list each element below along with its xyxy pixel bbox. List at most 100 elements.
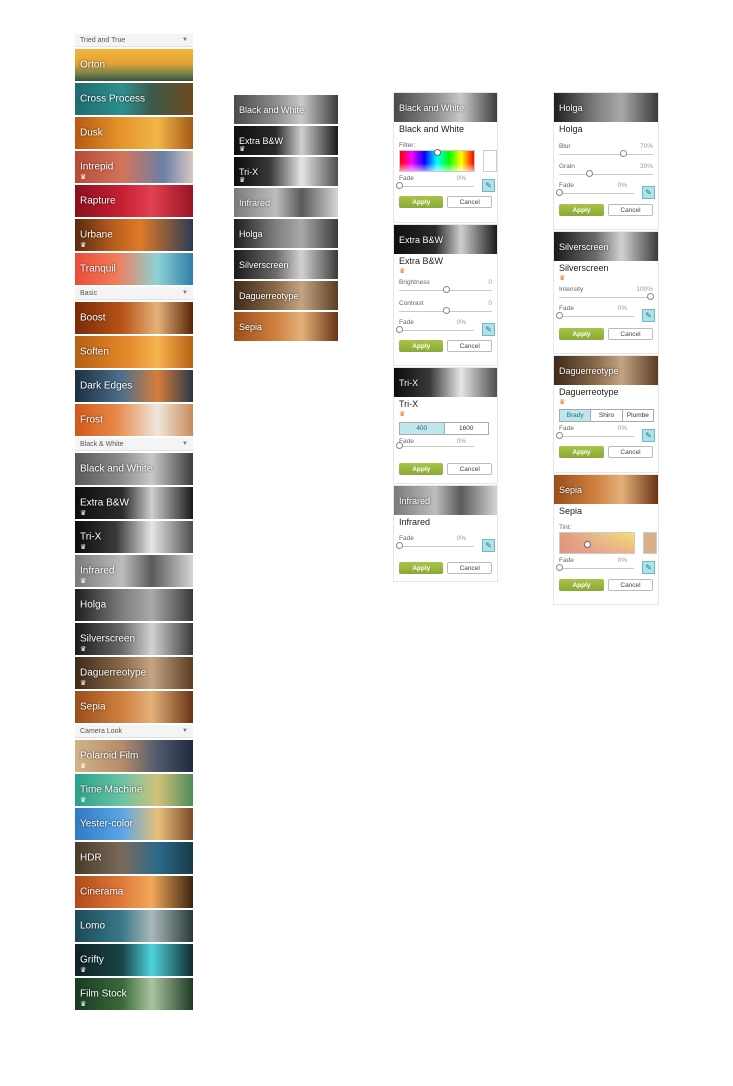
cancel-button[interactable]: Cancel bbox=[447, 463, 492, 475]
apply-button[interactable]: Apply bbox=[559, 204, 604, 216]
panel-header-tri-x[interactable]: Tri-X bbox=[394, 368, 497, 397]
fade-slider-knob[interactable] bbox=[396, 541, 403, 549]
tint-color-picker[interactable] bbox=[559, 532, 635, 554]
brush-icon[interactable]: ✎ bbox=[482, 323, 495, 336]
fade-slider-knob[interactable] bbox=[556, 311, 563, 319]
cancel-button[interactable]: Cancel bbox=[607, 579, 653, 591]
brush-icon[interactable]: ✎ bbox=[642, 309, 655, 322]
section-header-tried-and-true[interactable]: Tried and True ▼ bbox=[75, 34, 193, 47]
grain-slider-knob[interactable] bbox=[586, 170, 594, 177]
tint-picker-knob[interactable] bbox=[584, 541, 591, 548]
filter-tile-cross-process[interactable]: Cross Process bbox=[75, 83, 193, 115]
bw-tile-daguerreotype[interactable]: Daguerreotype bbox=[234, 281, 338, 310]
filter-tile-dusk[interactable]: Dusk bbox=[75, 117, 193, 149]
filter-tile-infrared[interactable]: Infrared ♛ bbox=[75, 555, 193, 587]
dag-option-plumbe[interactable]: Plumbe bbox=[623, 410, 653, 421]
filter-tile-black-and-white[interactable]: Black and White bbox=[75, 453, 193, 485]
fade-slider-knob[interactable] bbox=[556, 188, 563, 196]
brightness-slider-knob[interactable] bbox=[442, 286, 450, 293]
contrast-slider-knob[interactable] bbox=[442, 307, 450, 314]
apply-button[interactable]: Apply bbox=[399, 463, 444, 475]
apply-button[interactable]: Apply bbox=[399, 562, 444, 574]
filter-tile-soften[interactable]: Soften bbox=[75, 336, 193, 368]
bw-tile-tri-x[interactable]: Tri-X ♛ bbox=[234, 157, 338, 186]
cancel-button[interactable]: Cancel bbox=[447, 340, 492, 352]
filter-picker-knob[interactable] bbox=[434, 149, 441, 156]
filter-tile-polaroid-film[interactable]: Polaroid Film ♛ bbox=[75, 740, 193, 772]
filter-tile-urbane[interactable]: Urbane ♛ bbox=[75, 219, 193, 251]
blur-slider[interactable] bbox=[559, 150, 653, 158]
brush-icon[interactable]: ✎ bbox=[482, 179, 495, 192]
bw-tile-sepia[interactable]: Sepia bbox=[234, 312, 338, 341]
filter-tile-grifty[interactable]: Grifty ♛ bbox=[75, 944, 193, 976]
panel-header-infrared[interactable]: Infrared bbox=[394, 486, 497, 515]
apply-button[interactable]: Apply bbox=[399, 340, 444, 352]
intensity-slider[interactable] bbox=[559, 293, 655, 301]
tri-x-option-1600[interactable]: 1600 bbox=[445, 423, 489, 434]
fade-slider[interactable] bbox=[396, 181, 474, 190]
panel-header-extra-bw[interactable]: Extra B&W bbox=[394, 225, 497, 254]
bw-tile-silverscreen[interactable]: Silverscreen bbox=[234, 250, 338, 279]
filter-tile-orton[interactable]: Orton bbox=[75, 49, 193, 81]
filter-tile-holga[interactable]: Holga bbox=[75, 589, 193, 621]
panel-header-sepia[interactable]: Sepia bbox=[554, 475, 658, 504]
caret-down-icon[interactable]: ▼ bbox=[182, 441, 188, 447]
brightness-slider[interactable] bbox=[399, 286, 492, 294]
bw-tile-extra-bandw[interactable]: Extra B&W ♛ bbox=[234, 126, 338, 155]
dag-option-brady[interactable]: Brady bbox=[560, 410, 592, 421]
grain-slider[interactable] bbox=[559, 170, 653, 178]
filter-tile-hdr[interactable]: HDR bbox=[75, 842, 193, 874]
fade-slider-knob[interactable] bbox=[396, 181, 403, 189]
fade-slider[interactable] bbox=[396, 325, 474, 334]
filter-tile-time-machine[interactable]: Time Machine ♛ bbox=[75, 774, 193, 806]
filter-tile-frost[interactable]: Frost bbox=[75, 404, 193, 436]
filter-tile-extra-bandw[interactable]: Extra B&W ♛ bbox=[75, 487, 193, 519]
intensity-slider-knob[interactable] bbox=[647, 293, 655, 300]
section-header-camera-look[interactable]: Camera Look ▼ bbox=[75, 725, 193, 738]
fade-slider-knob[interactable] bbox=[396, 442, 403, 449]
section-header-black-and-white[interactable]: Black & White ▼ bbox=[75, 438, 193, 451]
filter-tile-tranquil[interactable]: Tranquil bbox=[75, 253, 193, 285]
filter-tile-sepia[interactable]: Sepia bbox=[75, 691, 193, 723]
fade-slider-knob[interactable] bbox=[556, 431, 563, 439]
contrast-slider[interactable] bbox=[399, 307, 492, 315]
caret-down-icon[interactable]: ▼ bbox=[182, 37, 188, 43]
cancel-button[interactable]: Cancel bbox=[607, 328, 653, 340]
tri-x-option-400[interactable]: 400 bbox=[400, 423, 445, 434]
filter-tile-cinerama[interactable]: Cinerama bbox=[75, 876, 193, 908]
section-header-basic[interactable]: Basic ▼ bbox=[75, 287, 193, 300]
filter-tile-yester-color[interactable]: Yester-color bbox=[75, 808, 193, 840]
filter-color-picker[interactable] bbox=[399, 149, 475, 172]
filter-tile-tri-x[interactable]: Tri-X ♛ bbox=[75, 521, 193, 553]
filter-tile-intrepid[interactable]: Intrepid ♛ bbox=[75, 151, 193, 183]
apply-button[interactable]: Apply bbox=[559, 328, 604, 340]
brush-icon[interactable]: ✎ bbox=[642, 186, 655, 199]
apply-button[interactable]: Apply bbox=[399, 196, 444, 208]
bw-tile-black-and-white[interactable]: Black and White bbox=[234, 95, 338, 124]
panel-header-holga[interactable]: Holga bbox=[554, 93, 658, 122]
fade-slider[interactable] bbox=[556, 431, 634, 440]
apply-button[interactable]: Apply bbox=[559, 579, 604, 591]
fade-slider[interactable] bbox=[396, 442, 474, 450]
fade-slider[interactable] bbox=[556, 188, 634, 197]
filter-tile-silverscreen[interactable]: Silverscreen ♛ bbox=[75, 623, 193, 655]
fade-slider-knob[interactable] bbox=[556, 563, 563, 571]
caret-down-icon[interactable]: ▼ bbox=[182, 290, 188, 296]
panel-header-daguerreotype[interactable]: Daguerreotype bbox=[554, 356, 658, 385]
brush-icon[interactable]: ✎ bbox=[642, 561, 655, 574]
filter-tile-lomo[interactable]: Lomo bbox=[75, 910, 193, 942]
apply-button[interactable]: Apply bbox=[559, 446, 604, 458]
brush-icon[interactable]: ✎ bbox=[642, 429, 655, 442]
cancel-button[interactable]: Cancel bbox=[607, 446, 653, 458]
filter-tile-film-stock[interactable]: Film Stock ♛ bbox=[75, 978, 193, 1010]
panel-header-black-and-white[interactable]: Black and White bbox=[394, 93, 497, 122]
panel-header-silverscreen[interactable]: Silverscreen bbox=[554, 232, 658, 261]
fade-slider[interactable] bbox=[396, 541, 474, 550]
filter-tile-daguerreotype[interactable]: Daguerreotype ♛ bbox=[75, 657, 193, 689]
dag-option-shiro[interactable]: Shiro bbox=[591, 410, 623, 421]
filter-tile-boost[interactable]: Boost bbox=[75, 302, 193, 334]
fade-slider[interactable] bbox=[556, 563, 634, 572]
filter-tile-rapture[interactable]: Rapture bbox=[75, 185, 193, 217]
bw-tile-holga[interactable]: Holga bbox=[234, 219, 338, 248]
bw-tile-infrared[interactable]: Infrared bbox=[234, 188, 338, 217]
